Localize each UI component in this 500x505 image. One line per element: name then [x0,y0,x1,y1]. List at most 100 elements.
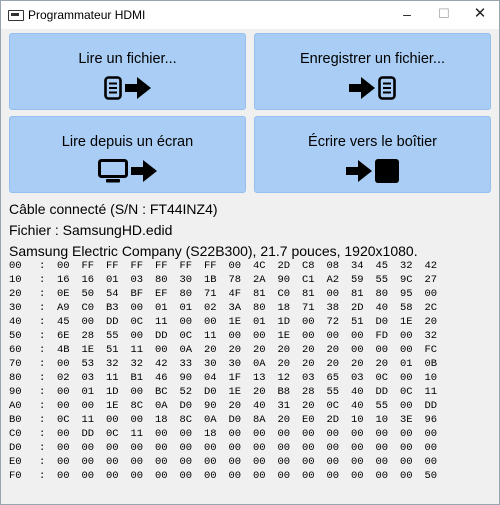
hex-byte: 0C [400,386,413,398]
maximize-button[interactable]: ☐ [426,4,462,26]
window-title: Programmateur HDMI [28,8,146,22]
hex-byte: 59 [351,274,364,286]
hex-byte: 01 [81,386,95,398]
hex-byte: 20 [228,344,242,356]
hex-byte: 40 [351,386,364,398]
read-file-button[interactable]: Lire un fichier... [9,33,246,110]
hex-byte: 00 [424,428,438,440]
minimize-button[interactable]: – [389,4,425,26]
hex-byte: 50 [424,470,438,482]
hex-byte: 2A [253,274,266,286]
hex-byte: 00 [155,344,168,356]
hex-address: 70 [9,358,22,370]
hex-byte: 1F [228,372,242,384]
hex-byte: 00 [302,316,315,328]
read-file-label: Lire un fichier... [78,51,177,67]
hex-byte: D0 [204,386,217,398]
hex-byte: 90 [204,400,217,412]
file-status: Fichier : SamsungHD.edid [9,222,173,238]
hex-address: 50 [9,330,22,342]
hex-byte: 00 [302,330,315,342]
hex-byte: 27 [424,274,438,286]
hex-row: E0:00 00 00 00 00 00 00 00 00 00 00 00 00 00 00 00 [9,455,449,469]
hex-byte: 00 [351,470,364,482]
hex-byte: 00 [253,456,266,468]
hex-byte: 51 [106,344,119,356]
hex-byte: 0A [179,344,193,356]
hex-byte: 12 [277,372,291,384]
hex-byte: 00 [351,330,364,342]
hex-byte: 8A [253,414,266,426]
hex-byte: 00 [375,344,389,356]
hex-byte: 81 [253,288,266,300]
hex-byte: 20 [277,358,291,370]
hex-byte: 00 [57,400,70,412]
hex-address: 10 [9,274,22,286]
hex-byte: 00 [424,288,438,300]
hex-byte: 95 [400,288,413,300]
hex-byte: 0C [130,316,144,328]
hex-byte: 81 [351,288,364,300]
hex-byte: BC [155,386,168,398]
hex-byte: 00 [351,456,364,468]
hex-byte: 11 [424,386,438,398]
hex-byte: 00 [400,330,413,342]
hex-byte: 40 [375,302,389,314]
hex-byte: 00 [57,470,70,482]
hex-byte: 32 [130,358,144,370]
hex-byte: 3E [400,414,413,426]
hex-byte: 00 [204,316,217,328]
hex-byte: FC [424,344,438,356]
hex-separator: : [39,330,46,342]
hex-byte: 20 [302,400,315,412]
hex-byte: 00 [204,456,217,468]
hex-address: 30 [9,302,22,314]
hex-address: 20 [9,288,22,300]
write-box-button[interactable]: Écrire vers le boîtier [254,116,491,193]
hex-byte: 01 [253,316,266,328]
hex-byte: 00 [155,442,168,454]
hex-byte: 0C [106,428,119,440]
hex-byte: 11 [155,316,168,328]
hex-byte: 00 [57,386,70,398]
hex-separator: : [39,428,46,440]
hex-byte: 00 [106,442,119,454]
hex-byte: 00 [253,428,266,440]
hex-byte: 00 [57,442,70,454]
read-screen-button[interactable]: Lire depuis un écran [9,116,246,193]
hex-row: A0:00 00 1E 8C 0A D0 90 20 40 31 20 0C 40 55 00 DD [9,399,449,413]
hex-byte: D0 [179,400,193,412]
hex-byte: 03 [81,372,95,384]
edid-hex-dump: 00:00 FF FF FF FF FF FF 00 4C 2D C8 08 34 45 32 42 10:16… [9,259,449,483]
hex-row: 60:4B 1E 51 11 00 0A 20 20 20 20 20 20 00 00 00 FC [9,343,449,357]
hex-byte: FD [375,330,389,342]
save-file-button[interactable]: Enregistrer un fichier... [254,33,491,110]
hex-byte: 20 [253,344,266,356]
hex-byte: 20 [228,400,242,412]
arrow-right-icon [131,160,157,182]
hex-byte: 52 [179,386,193,398]
hex-byte: 00 [81,456,95,468]
hex-byte: 03 [130,274,144,286]
hex-byte: 04 [204,372,217,384]
hex-byte: 0C [179,330,193,342]
hex-byte: A2 [326,274,340,286]
close-button[interactable]: ✕ [462,4,498,26]
hex-byte: 28 [302,386,315,398]
hex-row: B0:0C 11 00 00 18 8C 0A D0 8A 20 E0 2D 10 10 3E 96 [9,413,449,427]
hex-byte: FF [204,260,217,272]
hex-byte: 6E [57,330,70,342]
hex-byte: 00 [400,372,413,384]
hex-byte: 0A [155,400,168,412]
hex-byte: 00 [375,470,389,482]
hex-byte: 10 [351,414,364,426]
hex-byte: 31 [277,400,291,412]
hex-byte: 54 [106,288,119,300]
title-bar[interactable]: Programmateur HDMI – ☐ ✕ [1,1,499,29]
hex-byte: 00 [277,470,291,482]
hex-byte: 00 [277,442,291,454]
hex-byte: 00 [277,456,291,468]
hex-byte: 11 [204,330,217,342]
hex-byte: 20 [424,316,438,328]
hex-byte: 00 [204,470,217,482]
